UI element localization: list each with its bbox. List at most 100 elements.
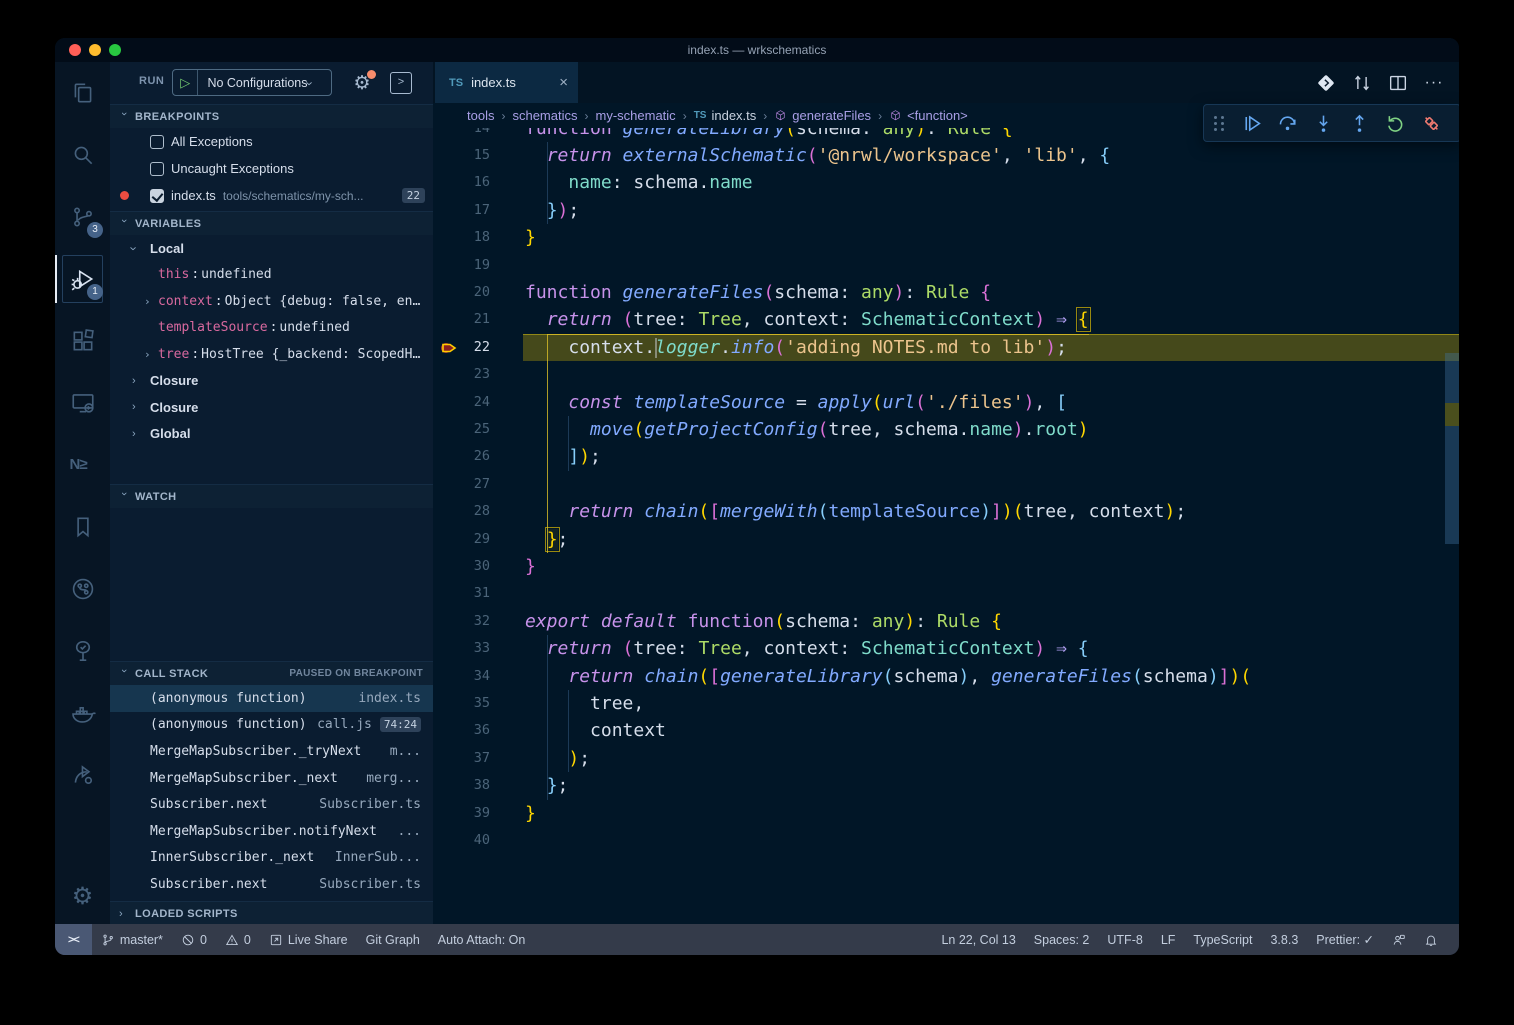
code-line[interactable]: 30} [433, 553, 1459, 580]
variable-row[interactable]: templateSource: undefined [110, 315, 433, 342]
variable-scope-row[interactable]: ›Local [110, 235, 433, 262]
breadcrumb-item[interactable]: tools [467, 108, 494, 123]
activity-extensions[interactable] [55, 310, 110, 372]
variable-row[interactable]: ›context: Object {debug: false, en… [110, 288, 433, 315]
code-line[interactable]: 37 ); [433, 745, 1459, 772]
stack-frame[interactable]: MergeMapSubscriber.notifyNext... [110, 818, 433, 845]
code-line[interactable]: 36 context [433, 717, 1459, 744]
code-line[interactable]: 25 move(getProjectConfig(tree, schema.na… [433, 416, 1459, 443]
code-line[interactable]: 29 }; [433, 526, 1459, 553]
start-debug-icon[interactable]: ▷ [173, 70, 198, 95]
line-number[interactable]: 35 [433, 690, 490, 717]
activity-bookmarks[interactable] [55, 496, 110, 558]
activity-source-control[interactable]: 3 [55, 186, 110, 248]
status-eol[interactable]: LF [1152, 924, 1185, 955]
variable-row[interactable]: this: undefined [110, 262, 433, 289]
variable-scope-row[interactable]: ›Closure [110, 394, 433, 421]
line-number[interactable]: 21 [433, 306, 490, 333]
status-errors[interactable]: 0 [172, 924, 216, 955]
step-out-icon[interactable] [1343, 108, 1375, 138]
status-git-graph[interactable]: Git Graph [357, 924, 429, 955]
stack-frame[interactable]: MergeMapSubscriber._nextmerg... [110, 765, 433, 792]
line-number[interactable]: 16 [433, 169, 490, 196]
line-number[interactable]: 15 [433, 142, 490, 169]
section-call-stack[interactable]: › CALL STACK PAUSED ON BREAKPOINT [110, 661, 433, 685]
activity-test-explorer[interactable] [55, 620, 110, 682]
line-number[interactable]: 40 [433, 827, 490, 854]
line-number[interactable]: 29 [433, 526, 490, 553]
disconnect-icon[interactable] [1415, 108, 1447, 138]
line-number[interactable]: 31 [433, 580, 490, 607]
status-notifications[interactable] [1415, 924, 1447, 955]
code-line[interactable]: 35 tree, [433, 690, 1459, 717]
stack-frame[interactable]: MergeMapSubscriber._tryNextm... [110, 738, 433, 765]
more-actions-icon[interactable]: ··· [1423, 72, 1445, 94]
line-number[interactable]: 37 [433, 745, 490, 772]
activity-git-graph[interactable] [55, 558, 110, 620]
line-number[interactable]: 22 [433, 334, 490, 361]
breadcrumb-item[interactable]: my-schematic [596, 108, 676, 123]
code-line[interactable]: 27 [433, 471, 1459, 498]
line-number[interactable]: 32 [433, 608, 490, 635]
editor-scrollbar[interactable] [1445, 194, 1459, 924]
configure-gear-icon[interactable]: ⚙ [350, 71, 374, 95]
breadcrumb-item[interactable]: TSindex.ts [694, 108, 757, 123]
code-line[interactable]: 20function generateFiles(schema: any): R… [433, 279, 1459, 306]
code-line[interactable]: 34 return chain([generateLibrary(schema)… [433, 663, 1459, 690]
breakpoint-checkbox[interactable] [150, 135, 164, 149]
breakpoint-row[interactable]: index.tstools/schematics/my-sch...22 [110, 182, 433, 209]
status-auto-attach[interactable]: Auto Attach: On [429, 924, 535, 955]
code-editor[interactable]: 14function generateLibrary(schema: any):… [433, 128, 1459, 924]
variable-scope-row[interactable]: ›Global [110, 421, 433, 448]
breakpoint-checkbox[interactable] [150, 189, 164, 203]
code-line[interactable]: 19 [433, 252, 1459, 279]
code-line[interactable]: 32export default function(schema: any): … [433, 608, 1459, 635]
tab-index-ts[interactable]: TS index.ts × [435, 62, 578, 103]
status-language-mode[interactable]: TypeScript [1184, 924, 1261, 955]
scrollbar-thumb[interactable] [1445, 353, 1459, 544]
status-git-branch[interactable]: master* [92, 924, 172, 955]
stack-frame[interactable]: (anonymous function)index.ts [110, 685, 433, 712]
status-prettier[interactable]: Prettier: ✓ [1307, 924, 1383, 955]
code-line[interactable]: 39} [433, 800, 1459, 827]
activity-search[interactable] [55, 124, 110, 186]
code-line[interactable]: 38 }; [433, 772, 1459, 799]
variable-scope-row[interactable]: ›Closure [110, 368, 433, 395]
status-cursor-position[interactable]: Ln 22, Col 13 [932, 924, 1024, 955]
activity-run-debug[interactable]: 1 [55, 248, 110, 310]
split-editor-icon[interactable] [1387, 72, 1409, 94]
step-into-icon[interactable] [1307, 108, 1339, 138]
activity-explorer[interactable] [55, 62, 110, 124]
line-number[interactable]: 23 [433, 361, 490, 388]
code-line[interactable]: 21 return (tree: Tree, context: Schemati… [433, 306, 1459, 333]
launch-configuration-dropdown[interactable]: ▷ No Configurations › [172, 69, 332, 96]
stack-frame[interactable]: (anonymous function)call.js74:24 [110, 712, 433, 739]
status-feedback[interactable] [1383, 924, 1415, 955]
code-line[interactable]: 33 return (tree: Tree, context: Schemati… [433, 635, 1459, 662]
breadcrumb-item[interactable]: schematics [512, 108, 577, 123]
open-changes-icon[interactable] [1351, 72, 1373, 94]
breakpoint-row[interactable]: All Exceptions [110, 128, 433, 155]
breakpoint-checkbox[interactable] [150, 162, 164, 176]
gitlens-icon[interactable] [1315, 72, 1337, 94]
line-number[interactable]: 34 [433, 663, 490, 690]
line-number[interactable]: 14 [433, 128, 490, 142]
variable-row[interactable]: ›tree: HostTree {_backend: ScopedH… [110, 341, 433, 368]
status-indentation[interactable]: Spaces: 2 [1025, 924, 1099, 955]
line-number[interactable]: 39 [433, 800, 490, 827]
stack-frame[interactable]: Subscriber.nextSubscriber.ts [110, 791, 433, 818]
line-number[interactable]: 25 [433, 416, 490, 443]
stack-frame[interactable]: InnerSubscriber._nextInnerSub... [110, 845, 433, 872]
breadcrumb-item[interactable]: <function> [889, 108, 968, 123]
code-line[interactable]: 23 [433, 361, 1459, 388]
code-line[interactable]: 18} [433, 224, 1459, 251]
status-warnings[interactable]: 0 [216, 924, 260, 955]
restart-icon[interactable] [1379, 108, 1411, 138]
activity-docker[interactable] [55, 682, 110, 744]
line-number[interactable]: 38 [433, 772, 490, 799]
activity-remote-explorer[interactable] [55, 372, 110, 434]
section-breakpoints[interactable]: › BREAKPOINTS [110, 104, 433, 128]
manage-gear-icon[interactable]: ⚙ [55, 874, 110, 918]
breadcrumb-item[interactable]: generateFiles [774, 108, 871, 123]
code-line[interactable]: 28 return chain([mergeWith(templateSourc… [433, 498, 1459, 525]
